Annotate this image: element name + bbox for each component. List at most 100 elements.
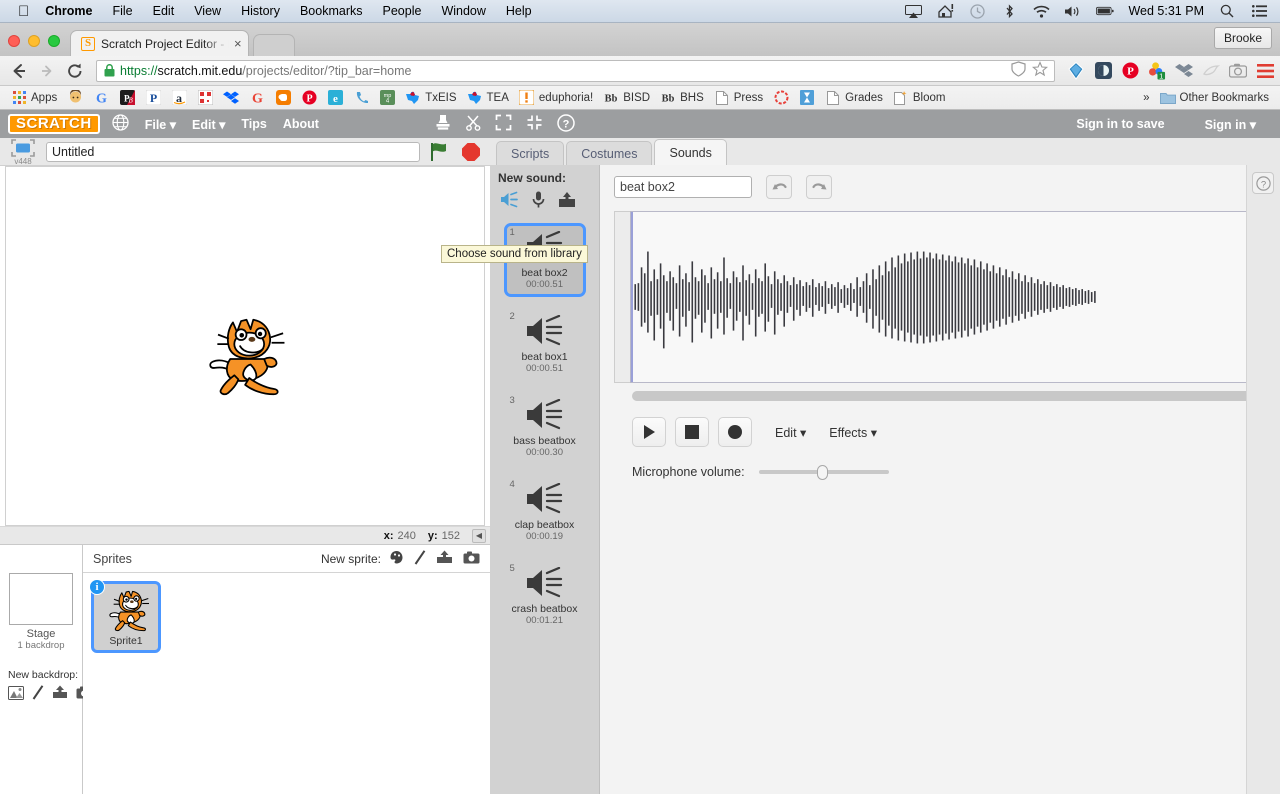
scratch-menu-tips[interactable]: Tips [241,117,266,131]
kite-extension-icon[interactable] [1067,61,1085,80]
redo-icon[interactable] [806,175,832,199]
bookmark-grades[interactable]: Grades [820,89,888,107]
bookmark-bisd[interactable]: Bb BISD [598,89,655,107]
mac-menu-people[interactable]: People [383,4,422,18]
green-flag-icon[interactable] [426,141,452,163]
help-button[interactable]: ? [1252,172,1274,194]
bookmark-blogger[interactable] [270,89,296,107]
scratch-menu-about[interactable]: About [283,117,319,131]
sprite-tile-sprite1[interactable]: i Sprite1 [89,579,161,653]
tab-sounds[interactable]: Sounds [654,139,727,165]
stage-thumbnail[interactable] [9,573,73,625]
mac-menu-bookmarks[interactable]: Bookmarks [300,4,363,18]
bookmark-qr[interactable] [192,89,218,107]
waveform-display[interactable] [630,211,1266,383]
browser-tab[interactable]: S Scratch Project Editor - Ima × [70,30,249,56]
bookmark-powerschool[interactable]: PB [114,89,140,107]
mac-menu-help[interactable]: Help [506,4,532,18]
mac-menu-edit[interactable]: Edit [153,4,175,18]
profile-button[interactable]: Brooke [1213,27,1272,49]
bookmark-bloom[interactable]: Bloom [888,89,951,107]
bookmark-dropbox[interactable] [218,89,244,107]
mac-menu-file[interactable]: File [112,4,132,18]
bookmark-amazon[interactable]: a [166,89,192,107]
spotlight-search-icon[interactable] [1218,3,1236,19]
sign-in-menu[interactable]: Sign in ▾ [1205,117,1256,132]
tab-close-icon[interactable]: × [234,36,242,51]
maximize-window-button[interactable] [48,35,60,47]
battery-icon[interactable] [1096,3,1115,19]
bird-icon[interactable] [1202,62,1220,80]
apple-logo-icon[interactable]:  [18,4,29,19]
sound-item-2[interactable]: 2 beat box1 00:00.51 [504,307,586,381]
sound-name-input[interactable] [614,176,752,198]
upload-icon[interactable] [52,685,68,705]
bookmark-press[interactable]: Press [709,89,768,107]
shrink-icon[interactable] [526,114,543,134]
forward-arrow-icon[interactable] [34,58,60,84]
slider-thumb[interactable] [816,464,828,480]
bluetooth-icon[interactable] [1000,3,1018,19]
bookmark-eduphoria[interactable]: eduphoria! [514,89,598,107]
sound-edit-menu[interactable]: Edit ▾ [775,425,806,440]
stage-selector[interactable]: Stage 1 backdrop New backdrop: [0,545,92,794]
microphone-volume-slider[interactable] [758,464,889,480]
undo-icon[interactable] [766,175,792,199]
address-bar[interactable]: https://scratch.mit.edu/projects/editor/… [96,59,1055,82]
stop-sign-icon[interactable] [458,141,484,163]
scissors-icon[interactable] [465,114,481,134]
waveform-scrollbar[interactable] [632,391,1266,401]
sound-library-icon[interactable] [500,191,519,213]
scratch-menu-edit[interactable]: Edit ▾ [192,117,225,132]
bookmarks-overflow[interactable]: » [1138,91,1154,105]
mac-menu-chrome[interactable]: Chrome [45,4,92,18]
record-button[interactable] [718,417,752,447]
paint-brush-icon[interactable] [32,685,44,705]
hamburger-menu-icon[interactable] [1256,62,1274,80]
stamp-icon[interactable] [435,114,451,134]
star-icon[interactable] [1031,61,1049,80]
mac-menu-history[interactable]: History [241,4,280,18]
bookmark-google[interactable]: G [88,89,114,107]
camera-icon[interactable] [1229,62,1247,80]
bookmark-google-red[interactable]: G [244,89,270,107]
bookmark-hourglass[interactable] [794,89,820,107]
sound-item-4[interactable]: 4 clap beatbox 00:00.19 [504,475,586,549]
playhead-marker[interactable] [631,212,633,382]
globe-icon[interactable] [112,114,129,134]
camera-icon[interactable] [463,551,480,567]
library-sprite-icon[interactable] [389,550,404,568]
sound-item-3[interactable]: 3 bass beatbox 00:00.30 [504,391,586,465]
stop-button[interactable] [675,417,709,447]
bookmark-mp4[interactable]: mp 4 [374,89,400,107]
back-arrow-icon[interactable] [6,58,32,84]
project-title-input[interactable] [46,141,420,162]
tab-costumes[interactable]: Costumes [566,141,653,165]
stage-sprite-cat[interactable] [199,317,294,397]
time-machine-icon[interactable] [968,3,986,19]
pinterest-icon[interactable]: P [1121,62,1139,80]
grow-icon[interactable] [495,114,512,134]
bookmark-phone[interactable] [348,89,374,107]
bookmark-p-blue[interactable]: P [140,89,166,107]
dropbox-icon[interactable] [1175,62,1193,80]
minimize-window-button[interactable] [28,35,40,47]
close-window-button[interactable] [8,35,20,47]
home-alert-icon[interactable] [936,3,954,19]
other-bookmarks-folder[interactable]: Other Bookmarks [1155,89,1274,107]
sprite-info-badge[interactable]: i [89,579,105,595]
scratch-menu-file[interactable]: File ▾ [145,117,176,132]
airplay-icon[interactable] [904,3,922,19]
bookmark-bhs[interactable]: Bb BHS [655,89,709,107]
upload-icon[interactable] [436,550,453,568]
play-button[interactable] [632,417,666,447]
mac-menu-view[interactable]: View [194,4,221,18]
scratch-logo[interactable]: SCRATCH [8,114,100,134]
bookmark-tea[interactable]: TEA [462,89,514,107]
upload-sound-icon[interactable] [558,191,576,213]
help-icon[interactable]: ? [557,113,575,135]
microphone-icon[interactable] [532,191,545,213]
bookmark-edmodo[interactable]: e [322,89,348,107]
wifi-icon[interactable] [1032,3,1050,19]
reload-icon[interactable] [62,58,88,84]
